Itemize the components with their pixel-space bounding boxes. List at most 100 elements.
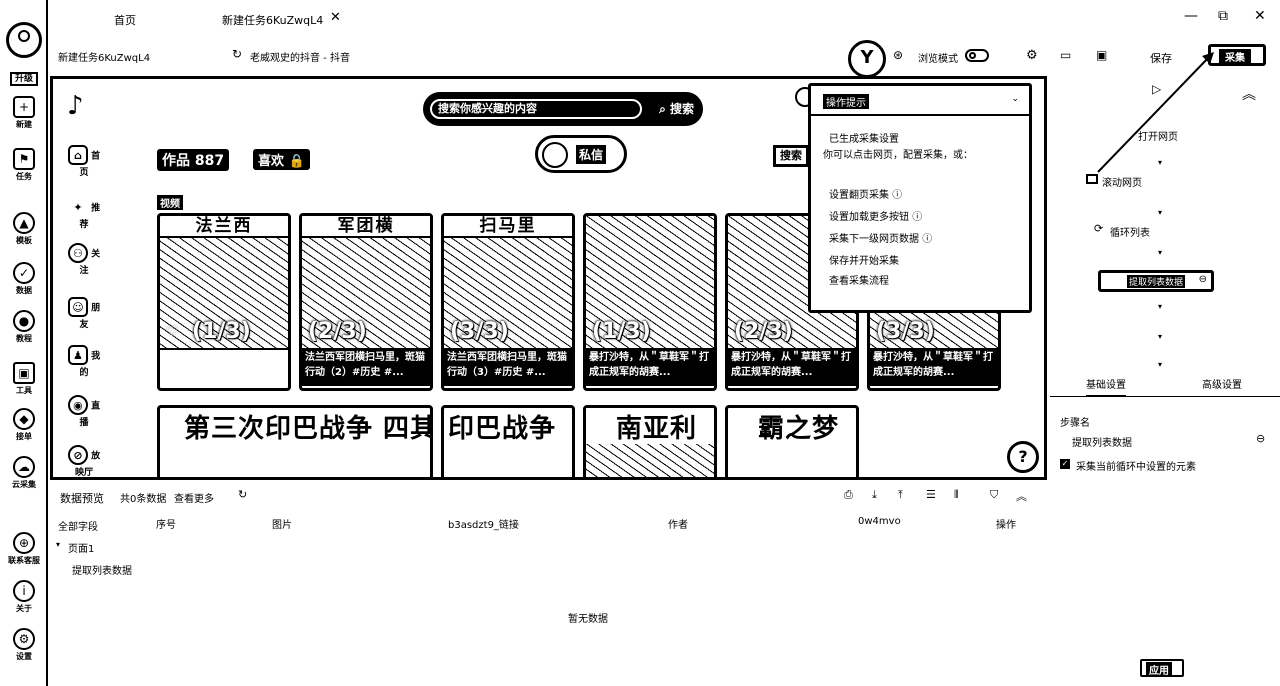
chevron-down-icon[interactable]: ⌄ bbox=[1011, 94, 1019, 104]
flow-step-extract[interactable]: 提取列表数据 ⊖ bbox=[1098, 270, 1214, 292]
nav-recommend[interactable]: ✦ 推荐 bbox=[65, 197, 103, 231]
tab-works[interactable]: 作品 887 bbox=[157, 149, 230, 171]
list-icon[interactable]: ☰ bbox=[926, 488, 936, 501]
search-button[interactable]: ⌕ 搜索 bbox=[659, 100, 694, 117]
play-icon[interactable]: ▷ bbox=[1152, 82, 1161, 96]
settings-gear-icon[interactable]: ⚙ bbox=[1026, 48, 1038, 63]
rail-new[interactable]: + 新建 bbox=[0, 96, 48, 130]
template-icon: ▲ bbox=[13, 212, 35, 234]
flow-arrow: ▾ bbox=[1158, 208, 1163, 217]
tab-task[interactable]: 新建任务6KuZwqL4 bbox=[222, 12, 323, 28]
bookmark-icon: ⚑ bbox=[13, 148, 35, 170]
nav-follow[interactable]: ⚇ 关注 bbox=[65, 243, 103, 276]
view-more-link[interactable]: 查看更多 bbox=[174, 490, 214, 505]
collapse-icon[interactable]: ︽ bbox=[1016, 488, 1027, 504]
step-name-input[interactable]: 提取列表数据 bbox=[1072, 434, 1132, 449]
nav-home[interactable]: ⌂ 首页 bbox=[65, 145, 103, 178]
rail-data[interactable]: ✓ 数据 bbox=[0, 262, 48, 296]
search-user-button[interactable]: 搜索 bbox=[773, 145, 809, 167]
all-fields-label[interactable]: 全部字段 bbox=[58, 518, 98, 533]
step-name-label: 步骤名 bbox=[1060, 418, 1090, 429]
logo-icon[interactable]: Y bbox=[848, 40, 886, 78]
video-card[interactable]: 第三次印巴战争 四其俱乐部楼谋肢解 bbox=[157, 405, 433, 477]
message-button[interactable]: 私信 bbox=[535, 135, 627, 173]
close-window-icon[interactable]: ✕ bbox=[1254, 8, 1266, 24]
video-card[interactable]: 法兰西 ♡ (1/3) bbox=[157, 213, 291, 391]
lock-icon: 🔒 bbox=[288, 154, 305, 169]
browse-mode-toggle[interactable] bbox=[965, 49, 989, 62]
checkbox-checked-icon[interactable]: ✓ bbox=[1060, 459, 1070, 469]
apply-button[interactable]: 应用 bbox=[1140, 659, 1184, 677]
flow-step-scroll[interactable]: 滚动网页 bbox=[1102, 174, 1142, 189]
user-avatar[interactable] bbox=[6, 22, 42, 58]
search-input[interactable]: 搜索你感兴趣的内容 bbox=[430, 99, 642, 119]
video-card[interactable]: (1/3) 暴打沙特，从＂草鞋军＂打成正规军的胡赛... bbox=[583, 213, 717, 391]
heart-icon: ♡ bbox=[166, 324, 179, 340]
tab-close-icon[interactable]: ✕ bbox=[330, 10, 341, 25]
tiktok-logo-icon[interactable]: ♪ bbox=[67, 91, 84, 121]
popup-item-pagination[interactable]: 设置翻页采集 ⓘ bbox=[829, 186, 902, 201]
rail-orders[interactable]: ◆ 接单 bbox=[0, 408, 48, 442]
flow-step-open-page[interactable]: 打开网页 bbox=[1138, 128, 1178, 143]
tab-basic-settings[interactable]: 基础设置 bbox=[1086, 376, 1126, 397]
columns-icon[interactable]: ⫴ bbox=[954, 488, 959, 502]
popup-item-load-more[interactable]: 设置加载更多按钮 ⓘ bbox=[829, 208, 922, 223]
plugin-icon[interactable]: ⊛ bbox=[893, 48, 903, 62]
rail-cloud[interactable]: ☁ 云采集 bbox=[0, 456, 48, 490]
video-card[interactable]: 南亚利 bbox=[583, 405, 717, 477]
col-action: 操作 bbox=[996, 520, 1016, 531]
rail-about[interactable]: i 关于 bbox=[0, 580, 48, 614]
video-card[interactable]: 霸之梦 bbox=[725, 405, 859, 477]
popup-item-view-flow[interactable]: 查看采集流程 bbox=[829, 272, 889, 287]
flow-arrow: ▾ bbox=[1158, 302, 1163, 311]
profile-icon: ♟ bbox=[67, 345, 88, 365]
record-count: 共0条数据 bbox=[120, 494, 167, 505]
tab-advanced-settings[interactable]: 高级设置 bbox=[1202, 376, 1242, 391]
preview-title: 数据预览 bbox=[60, 492, 104, 505]
video-thumbnail: (1/3) bbox=[586, 216, 714, 348]
video-caption: 暴打沙特，从＂草鞋军＂打成正规军的胡赛... bbox=[586, 348, 714, 386]
collapse-up-icon[interactable]: ︽ bbox=[1242, 84, 1256, 104]
rail-service[interactable]: ⊕ 联系客服 bbox=[0, 532, 48, 566]
more-icon[interactable]: ⊖ bbox=[1199, 274, 1207, 285]
nav-friends[interactable]: ☺ 朋友 bbox=[65, 297, 103, 330]
rail-tools[interactable]: ▣ 工具 bbox=[0, 362, 48, 396]
tree-leaf[interactable]: 提取列表数据 bbox=[72, 562, 132, 577]
refresh-icon[interactable]: ↻ bbox=[238, 488, 247, 501]
title-bar: 首页 新建任务6KuZwqL4 ✕ — ⧉ ✕ bbox=[50, 0, 1280, 38]
upload-icon[interactable]: ⤒ bbox=[898, 488, 903, 502]
video-card[interactable]: 扫马里 (3/3) 法兰西军团横扫马里，斑猫行动（3）#历史 #... bbox=[441, 213, 575, 391]
panel-icon[interactable]: ▭ bbox=[1060, 48, 1071, 62]
download-icon[interactable]: ⤓ bbox=[872, 488, 877, 502]
tree-expand-icon[interactable]: ▾ bbox=[56, 540, 60, 549]
maximize-icon[interactable]: ⧉ bbox=[1218, 8, 1228, 24]
nav-live[interactable]: ◉ 直播 bbox=[65, 395, 103, 428]
rail-settings[interactable]: ⚙ 设置 bbox=[0, 628, 48, 662]
video-card[interactable]: 印巴战争 bbox=[441, 405, 575, 477]
blank-caption bbox=[160, 348, 288, 388]
cinema-icon: ⊘ bbox=[67, 445, 88, 465]
help-icon[interactable]: ? bbox=[1007, 441, 1039, 473]
tab-likes[interactable]: 喜欢 🔒 bbox=[253, 149, 310, 170]
clear-icon[interactable]: ⊖ bbox=[1256, 432, 1265, 445]
tab-home[interactable]: 首页 bbox=[114, 12, 136, 28]
flow-step-loop[interactable]: 循环列表 bbox=[1110, 224, 1150, 239]
video-card[interactable]: 军团横 (2/3) 法兰西军团横扫马里，斑猫行动（2）#历史 #... bbox=[299, 213, 433, 391]
filter-icon[interactable]: ⛉ bbox=[990, 488, 998, 502]
nav-mine[interactable]: ♟ 我的 bbox=[65, 345, 103, 378]
rail-tutorial[interactable]: ● 教程 bbox=[0, 310, 48, 344]
search-bar[interactable]: 搜索你感兴趣的内容 ⌕ 搜索 bbox=[423, 92, 703, 126]
reload-icon[interactable]: ↻ bbox=[232, 47, 242, 61]
popup-item-next-level[interactable]: 采集下一级网页数据 ⓘ bbox=[829, 230, 932, 245]
tree-page[interactable]: 页面1 bbox=[68, 540, 94, 555]
popup-item-save-start[interactable]: 保存并开始采集 bbox=[829, 252, 899, 267]
upgrade-badge[interactable]: 升级 bbox=[10, 72, 38, 86]
export-icon[interactable]: ⎙ bbox=[844, 488, 853, 502]
col-author: 作者 bbox=[668, 520, 688, 531]
video-thumbnail: 军团横 (2/3) bbox=[302, 216, 430, 348]
nav-cinema[interactable]: ⊘ 放映厅 bbox=[65, 445, 103, 477]
rail-task[interactable]: ⚑ 任务 bbox=[0, 148, 48, 182]
minimize-icon[interactable]: — bbox=[1184, 8, 1198, 24]
rail-template[interactable]: ▲ 模板 bbox=[0, 212, 48, 246]
toolbox-icon: ▣ bbox=[13, 362, 35, 384]
